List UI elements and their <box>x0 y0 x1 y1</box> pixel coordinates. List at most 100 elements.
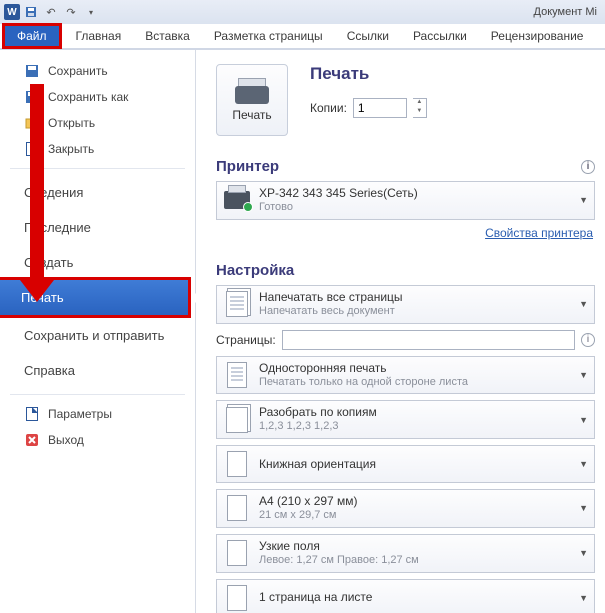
page-icon <box>223 584 251 612</box>
collate-icon <box>223 406 251 434</box>
printer-properties-link[interactable]: Свойства принтера <box>485 226 593 240</box>
printer-status-icon <box>223 186 251 214</box>
qat-redo-button[interactable]: ↷ <box>62 3 80 21</box>
qat-undo-button[interactable]: ↶ <box>42 3 60 21</box>
save-as-icon <box>24 89 40 105</box>
info-icon[interactable]: i <box>581 160 595 174</box>
chevron-down-icon: ▼ <box>579 299 588 309</box>
sidebar-item-label: Сохранить и отправить <box>24 328 164 343</box>
dd-title: Узкие поля <box>259 539 571 554</box>
margins-icon <box>223 539 251 567</box>
portrait-icon <box>223 450 251 478</box>
print-heading: Печать <box>310 64 427 84</box>
chevron-down-icon: ▼ <box>579 195 588 205</box>
dd-sub: Напечатать весь документ <box>259 305 571 319</box>
sidebar-item-share[interactable]: Сохранить и отправить <box>0 318 195 353</box>
print-button[interactable]: Печать <box>216 64 288 136</box>
tab-home[interactable]: Главная <box>64 24 134 48</box>
dd-title: 1 страница на листе <box>259 590 571 605</box>
exit-icon <box>24 432 40 448</box>
page-icon <box>223 361 251 389</box>
printer-icon <box>235 78 269 104</box>
setting-pages-per-sheet[interactable]: 1 страница на листе ▼ <box>216 579 595 613</box>
dd-sub: 1,2,3 1,2,3 1,2,3 <box>259 420 571 434</box>
tab-mailings[interactable]: Рассылки <box>401 24 479 48</box>
setting-paper-size[interactable]: A4 (210 x 297 мм) 21 см x 29,7 см ▼ <box>216 489 595 528</box>
sidebar-item-label: Сохранить <box>48 64 108 78</box>
print-panel: Печать Печать Копии: ▲▼ Принтер i XP-342… <box>196 50 605 613</box>
dd-title: Разобрать по копиям <box>259 405 571 420</box>
paper-icon <box>223 494 251 522</box>
printer-status: Готово <box>259 201 571 215</box>
chevron-down-icon: ▼ <box>579 593 588 603</box>
setting-print-range[interactable]: Напечатать все страницы Напечатать весь … <box>216 285 595 324</box>
setting-margins[interactable]: Узкие поля Левое: 1,27 см Правое: 1,27 с… <box>216 534 595 573</box>
chevron-down-icon: ▼ <box>579 503 588 513</box>
title-bar: W ↶ ↷ ▾ Документ Mi <box>0 0 605 24</box>
dd-sub: Печатать только на одной стороне листа <box>259 376 571 390</box>
dd-title: A4 (210 x 297 мм) <box>259 494 571 509</box>
dd-sub: 21 см x 29,7 см <box>259 509 571 523</box>
sidebar-item-close[interactable]: Закрыть <box>0 136 195 162</box>
sidebar-item-label: Справка <box>24 363 75 378</box>
tab-review[interactable]: Рецензирование <box>479 24 596 48</box>
sidebar-item-label: Печать <box>21 290 64 305</box>
setting-orientation[interactable]: Книжная ориентация ▼ <box>216 445 595 483</box>
settings-heading: Настройка <box>216 262 294 279</box>
options-icon <box>24 406 40 422</box>
sidebar-item-open[interactable]: Открыть <box>0 110 195 136</box>
word-app-icon: W <box>4 4 20 20</box>
print-button-label: Печать <box>232 108 271 122</box>
document-title: Документ Mi <box>534 6 597 18</box>
save-icon <box>24 63 40 79</box>
sidebar-item-options[interactable]: Параметры <box>0 401 195 427</box>
close-icon <box>24 141 40 157</box>
backstage-print: Сохранить Сохранить как Открыть Закрыть … <box>0 50 605 613</box>
sidebar-item-label: Последние <box>24 220 91 235</box>
copies-input[interactable] <box>353 98 407 118</box>
sidebar-item-new[interactable]: Создать <box>0 245 195 280</box>
sidebar-item-label: Выход <box>48 433 84 447</box>
sidebar-item-label: Сведения <box>24 185 83 200</box>
open-icon <box>24 115 40 131</box>
dd-sub: Левое: 1,27 см Правое: 1,27 см <box>259 554 571 568</box>
tab-pagelayout[interactable]: Разметка страницы <box>202 24 335 48</box>
tab-insert[interactable]: Вставка <box>133 24 202 48</box>
sidebar-divider <box>10 394 185 395</box>
sidebar-item-help[interactable]: Справка <box>0 353 195 388</box>
printer-name: XP-342 343 345 Series(Сеть) <box>259 186 571 201</box>
sidebar-item-saveas[interactable]: Сохранить как <box>0 84 195 110</box>
chevron-down-icon: ▼ <box>579 459 588 469</box>
dd-title: Книжная ориентация <box>259 457 571 472</box>
setting-collate[interactable]: Разобрать по копиям 1,2,3 1,2,3 1,2,3 ▼ <box>216 400 595 439</box>
pages-input[interactable] <box>282 330 575 350</box>
info-icon[interactable]: i <box>581 333 595 347</box>
sidebar-item-label: Закрыть <box>48 142 94 156</box>
quick-access-toolbar: W ↶ ↷ ▾ <box>4 3 100 21</box>
pages-icon <box>223 290 251 318</box>
backstage-sidebar: Сохранить Сохранить как Открыть Закрыть … <box>0 50 196 613</box>
chevron-down-icon: ▼ <box>579 548 588 558</box>
sidebar-item-label: Сохранить как <box>48 90 128 104</box>
qat-customize-button[interactable]: ▾ <box>82 3 100 21</box>
copies-spinner[interactable]: ▲▼ <box>413 98 427 118</box>
tab-file[interactable]: Файл <box>2 23 62 49</box>
pages-label: Страницы: <box>216 333 276 347</box>
chevron-down-icon: ▼ <box>579 370 588 380</box>
copies-label: Копии: <box>310 101 347 115</box>
tab-references[interactable]: Ссылки <box>335 24 401 48</box>
chevron-down-icon: ▼ <box>579 415 588 425</box>
sidebar-item-exit[interactable]: Выход <box>0 427 195 453</box>
sidebar-item-info[interactable]: Сведения <box>0 175 195 210</box>
sidebar-item-print[interactable]: Печать <box>0 277 191 318</box>
dd-title: Односторонняя печать <box>259 361 571 376</box>
sidebar-item-label: Создать <box>24 255 73 270</box>
setting-duplex[interactable]: Односторонняя печать Печатать только на … <box>216 356 595 395</box>
printer-heading: Принтер <box>216 158 279 175</box>
qat-save-button[interactable] <box>22 3 40 21</box>
sidebar-item-save[interactable]: Сохранить <box>0 58 195 84</box>
printer-dropdown[interactable]: XP-342 343 345 Series(Сеть) Готово ▼ <box>216 181 595 220</box>
sidebar-item-recent[interactable]: Последние <box>0 210 195 245</box>
ribbon-tabs: Файл Главная Вставка Разметка страницы С… <box>0 24 605 50</box>
sidebar-item-label: Открыть <box>48 116 95 130</box>
